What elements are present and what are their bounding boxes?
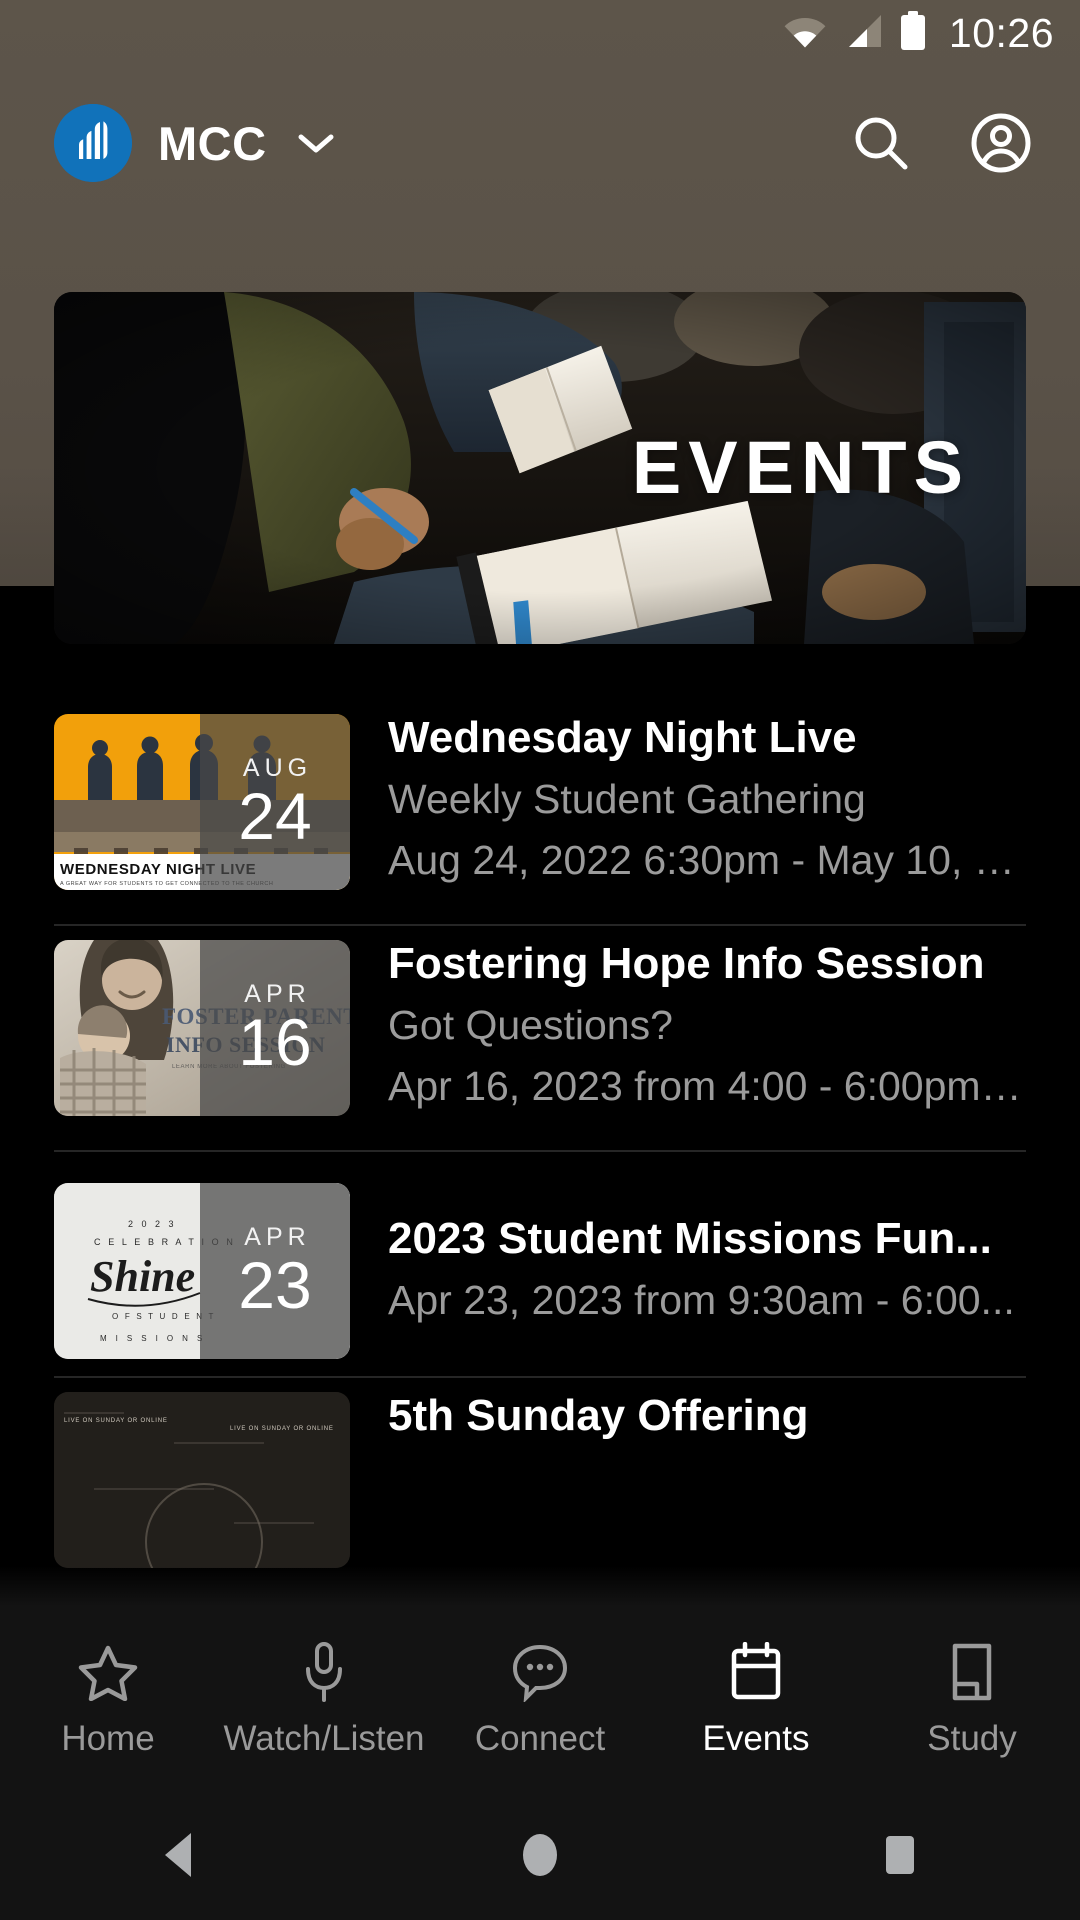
nav-item-study[interactable]: Study xyxy=(864,1606,1080,1790)
app-bar: MCC xyxy=(0,88,1080,198)
event-badge-month: AUG xyxy=(242,753,313,782)
event-thumbnail: WEDNESDAY NIGHT LIVE A GREAT WAY FOR STU… xyxy=(54,714,350,890)
event-thumbnail: LIVE ON SUNDAY OR ONLINE LIVE ON SUNDAY … xyxy=(54,1392,350,1568)
hero-banner[interactable]: EVENTS xyxy=(54,292,1026,644)
nav-label-study: Study xyxy=(927,1718,1017,1758)
table-row[interactable]: 2 0 2 3 C E L E B R A T I O N Shine O F … xyxy=(0,1152,1080,1376)
bottom-navigation: Home Watch/Listen Connect Events Study xyxy=(0,1606,1080,1790)
app-screen: 10:26 MCC EVENTS WEDNESDAY NIGHT LIVE A … xyxy=(0,0,1080,1920)
recents-square-icon[interactable] xyxy=(830,1790,970,1920)
event-badge-month: APR xyxy=(244,1222,311,1251)
event-date-range: Aug 24, 2022 6:30pm - May 10, 2... xyxy=(388,837,1026,884)
event-badge-day: 23 xyxy=(238,1247,312,1322)
event-title: Fostering Hope Info Session xyxy=(388,939,985,988)
svg-text:Shine: Shine xyxy=(90,1252,195,1301)
event-badge-month: APR xyxy=(244,979,311,1008)
svg-text:LIVE ON SUNDAY OR ONLINE: LIVE ON SUNDAY OR ONLINE xyxy=(230,1426,334,1432)
nav-gradient-overlay xyxy=(0,1566,1080,1606)
event-text-block: Wednesday Night Live Weekly Student Gath… xyxy=(350,700,1026,886)
event-title: 2023 Student Missions Fun... xyxy=(388,1214,992,1264)
brand-switcher[interactable]: MCC xyxy=(54,104,335,182)
chat-bubble-icon xyxy=(510,1641,570,1703)
event-badge-day: 24 xyxy=(238,778,312,853)
fifth-sunday-offering-art: LIVE ON SUNDAY OR ONLINE LIVE ON SUNDAY … xyxy=(54,1392,350,1568)
app-bar-actions xyxy=(850,112,1032,174)
status-bar: 10:26 xyxy=(0,0,1080,66)
event-subtitle: Got Questions? xyxy=(388,1001,673,1048)
event-thumbnail: 2 0 2 3 C E L E B R A T I O N Shine O F … xyxy=(54,1183,350,1359)
event-text-block: 5th Sunday Offering xyxy=(350,1378,1026,1442)
status-bar-clock: 10:26 xyxy=(948,9,1054,56)
mcc-logo-icon xyxy=(54,104,132,182)
nav-label-home: Home xyxy=(61,1718,155,1758)
search-icon[interactable] xyxy=(850,112,912,174)
event-date-range: Apr 23, 2023 from 9:30am - 6:00... xyxy=(388,1277,1015,1324)
events-list: WEDNESDAY NIGHT LIVE A GREAT WAY FOR STU… xyxy=(0,700,1080,1602)
brand-name: MCC xyxy=(158,116,267,170)
event-text-block: Fostering Hope Info Session Got Question… xyxy=(350,926,1026,1112)
nav-item-home[interactable]: Home xyxy=(0,1606,216,1790)
nav-item-connect[interactable]: Connect xyxy=(432,1606,648,1790)
microphone-icon xyxy=(300,1641,348,1703)
event-badge-day: 16 xyxy=(238,1004,312,1079)
cellular-signal-icon xyxy=(843,14,883,53)
svg-text:M I S S I O N S: M I S S I O N S xyxy=(100,1334,206,1343)
nav-label-events: Events xyxy=(702,1718,810,1758)
event-date-range: Apr 16, 2023 from 4:00 - 6:00pm ... xyxy=(388,1063,1026,1110)
table-row[interactable]: FOSTER PARENT INFO SESSION LEARN MORE AB… xyxy=(0,926,1080,1150)
event-date-badge: AUG 24 xyxy=(200,714,350,890)
battery-icon xyxy=(900,10,926,56)
event-date-badge: APR 16 xyxy=(200,940,350,1116)
nav-item-watch-listen[interactable]: Watch/Listen xyxy=(216,1606,432,1790)
hero-title: EVENTS xyxy=(631,426,970,509)
star-icon xyxy=(78,1641,138,1703)
nav-label-watch-listen: Watch/Listen xyxy=(223,1718,425,1758)
event-thumbnail: FOSTER PARENT INFO SESSION LEARN MORE AB… xyxy=(54,940,350,1116)
table-row[interactable]: WEDNESDAY NIGHT LIVE A GREAT WAY FOR STU… xyxy=(0,700,1080,924)
nav-item-events[interactable]: Events xyxy=(648,1606,864,1790)
book-icon xyxy=(947,1641,997,1703)
event-subtitle: Weekly Student Gathering xyxy=(388,775,866,822)
nav-label-connect: Connect xyxy=(474,1718,606,1758)
account-circle-icon[interactable] xyxy=(970,112,1032,174)
system-navigation-bar xyxy=(0,1790,1080,1920)
event-title: Wednesday Night Live xyxy=(388,713,857,762)
svg-text:2 0 2 3: 2 0 2 3 xyxy=(128,1219,177,1229)
calendar-icon xyxy=(729,1641,783,1703)
home-circle-icon[interactable] xyxy=(470,1790,610,1920)
event-text-block: 2023 Student Missions Fun... Apr 23, 202… xyxy=(350,1201,1026,1326)
chevron-down-icon[interactable] xyxy=(297,131,335,155)
back-triangle-icon[interactable] xyxy=(110,1790,250,1920)
wifi-icon xyxy=(784,14,826,53)
event-title: 5th Sunday Offering xyxy=(388,1391,809,1440)
event-date-badge: APR 23 xyxy=(200,1183,350,1359)
svg-text:LIVE ON SUNDAY OR ONLINE: LIVE ON SUNDAY OR ONLINE xyxy=(64,1418,168,1424)
